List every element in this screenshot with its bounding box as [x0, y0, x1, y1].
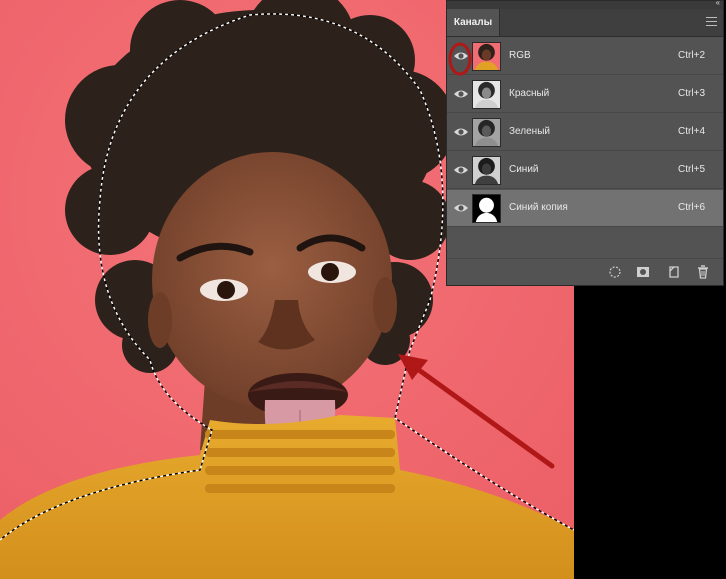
left-ear: [148, 292, 172, 348]
panel-title-bar: ‹‹: [447, 0, 723, 9]
channel-thumbnail: [472, 42, 501, 71]
channel-shortcut: Ctrl+3: [678, 88, 705, 99]
channel-thumbnail: [472, 118, 501, 147]
channel-row[interactable]: Зеленый Ctrl+4: [447, 114, 723, 151]
channel-name: Синий: [509, 164, 539, 175]
right-ear: [373, 277, 397, 333]
visibility-eye-icon[interactable]: [452, 85, 470, 103]
channel-shortcut: Ctrl+2: [678, 50, 705, 61]
panel-tab-row: Каналы: [447, 9, 723, 37]
visibility-eye-icon[interactable]: [452, 161, 470, 179]
channel-name: Зеленый: [509, 126, 550, 137]
visibility-eye-icon[interactable]: [452, 47, 470, 65]
channel-shortcut: Ctrl+5: [678, 164, 705, 175]
visibility-eye-icon[interactable]: [452, 199, 470, 217]
channel-shortcut: Ctrl+6: [678, 202, 705, 213]
load-selection-icon[interactable]: [607, 264, 623, 280]
channel-name: Красный: [509, 88, 550, 99]
delete-icon[interactable]: [695, 264, 711, 280]
channel-name: Синий копия: [509, 202, 568, 213]
panel-menu-icon[interactable]: [706, 17, 717, 26]
new-channel-icon[interactable]: [666, 264, 682, 280]
channel-name: RGB: [509, 50, 531, 61]
channel-thumbnail: [472, 194, 501, 223]
channel-row[interactable]: Красный Ctrl+3: [447, 76, 723, 113]
channel-row[interactable]: Синий копия Ctrl+6: [447, 190, 723, 227]
channel-thumbnail: [472, 80, 501, 109]
channel-shortcut: Ctrl+4: [678, 126, 705, 137]
channel-list: RGB Ctrl+2 Красный Ctrl+3 Зеленый Ctrl+4 Синий…: [447, 38, 723, 228]
channel-thumbnail: [472, 156, 501, 185]
channel-row[interactable]: RGB Ctrl+2: [447, 38, 723, 75]
channel-row[interactable]: Синий Ctrl+5: [447, 152, 723, 189]
tab-channels[interactable]: Каналы: [447, 9, 500, 36]
panel-footer: [447, 258, 723, 285]
visibility-eye-icon[interactable]: [452, 123, 470, 141]
save-selection-icon[interactable]: [635, 264, 651, 280]
channels-panel: ‹‹ Каналы RGB Ctrl+2 Красный Ctrl+3 Зеленый C…: [446, 0, 724, 286]
face: [152, 152, 392, 408]
collapse-panel-icon[interactable]: ‹‹: [716, 0, 720, 7]
